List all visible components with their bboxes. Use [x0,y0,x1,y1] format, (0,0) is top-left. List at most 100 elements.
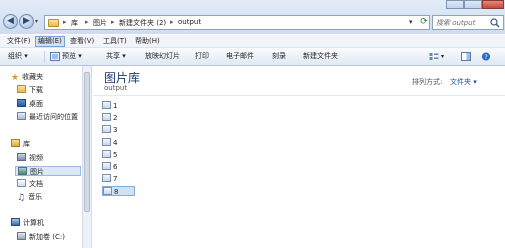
file-name: 6 [113,163,118,171]
file-name: 2 [113,114,118,122]
sidebar-item-pictures[interactable]: 图片 [15,166,81,176]
file-icon [102,113,111,121]
print-button[interactable]: 打印 [195,52,209,61]
arrange-by-dropdown[interactable]: 文件夹 ▾ [450,77,477,87]
sidebar-item-recent-places[interactable]: 最近访问的位置 [17,112,78,122]
slideshow-button[interactable]: 放映幻灯片 [145,52,180,61]
share-button[interactable]: 共享 ▾ [106,52,126,61]
chevron-right-icon: ▸ [111,18,115,26]
menu-tools[interactable]: 工具(T) [101,36,129,47]
sidebar-item-libraries[interactable]: 库 [11,139,30,149]
arrow-left-icon: ◀ [7,16,14,26]
search-box[interactable] [432,15,504,30]
file-item[interactable]: 3 [102,125,117,135]
command-bar: 组织 ▾ 预览 ▾ 共享 ▾ 放映幻灯片 打印 电子邮件 刻录 新建文件夹 ▾ … [0,48,505,66]
drive-icon [17,232,26,240]
file-item[interactable]: 5 [102,150,117,160]
music-icon: ♫ [17,193,26,203]
menu-bar: 文件(F) 编辑(E) 查看(V) 工具(T) 帮助(H) [0,35,505,48]
address-bar[interactable]: ▸ 库 ▸ 图片 ▸ 新建文件夹 (2) ▸ output ▾ ⟳ [44,15,430,30]
file-icon [102,101,111,109]
forward-button[interactable]: ▶ [19,14,34,29]
new-folder-button[interactable]: 新建文件夹 [303,52,338,61]
breadcrumb-new-folder[interactable]: 新建文件夹 (2) [119,18,166,28]
refresh-icon[interactable]: ⟳ [418,17,430,28]
toolbar-divider [44,51,45,63]
back-button[interactable]: ◀ [3,14,18,29]
preview-pane-icon[interactable] [461,52,471,61]
star-icon: ★ [11,73,20,83]
arrange-by-label: 排列方式: [412,78,443,86]
file-name: 8 [114,188,119,196]
breadcrumb-libraries[interactable]: 库 [71,18,78,28]
sidebar-item-drive-c[interactable]: 新加卷 (C:) [17,232,65,242]
chevron-right-icon: ▸ [85,18,89,26]
sidebar-item-label: 桌面 [29,100,43,108]
sidebar-item-desktop[interactable]: 桌面 [17,99,43,109]
view-options-icon[interactable] [429,52,439,61]
sidebar-item-label: 文档 [29,180,43,188]
video-icon [17,153,26,161]
arrow-right-icon: ▶ [23,16,30,26]
folder-icon [48,19,59,27]
svg-text:?: ? [484,54,487,61]
sidebar-item-label: 收藏夹 [22,73,44,81]
file-icon [103,187,112,195]
chevron-right-icon: ▸ [63,18,67,26]
file-name: 4 [113,139,118,147]
chevron-right-icon: ▸ [170,18,174,26]
preview-button[interactable]: 预览 ▾ [62,52,82,61]
menu-file[interactable]: 文件(F) [5,36,33,47]
minimize-button[interactable] [446,0,464,9]
documents-icon [17,179,26,187]
breadcrumb-output[interactable]: output [178,18,201,26]
help-icon[interactable]: ? [481,52,491,61]
libraries-icon [11,139,20,147]
file-icon [102,150,111,158]
sidebar-item-music[interactable]: ♫ 音乐 [17,192,43,203]
email-button[interactable]: 电子邮件 [226,52,254,61]
scrollbar-thumb[interactable] [84,72,90,212]
menu-help[interactable]: 帮助(H) [133,36,162,47]
organize-button[interactable]: 组织 ▾ [8,52,28,61]
sidebar-item-label: 库 [23,140,30,148]
search-input[interactable] [436,18,488,28]
burn-button[interactable]: 刻录 [272,52,286,61]
header-divider [93,95,505,96]
address-dropdown-icon[interactable]: ▾ [409,18,413,26]
file-item[interactable]: 7 [102,174,117,184]
computer-icon [11,218,20,226]
recent-places-icon [17,112,26,120]
close-button[interactable] [482,0,504,9]
view-options-dropdown-icon[interactable]: ▾ [441,52,444,61]
menu-edit[interactable]: 编辑(E) [35,36,65,47]
file-icon [102,138,111,146]
file-icon [102,174,111,182]
file-item[interactable]: 4 [102,138,117,148]
sidebar-item-documents[interactable]: 文档 [17,179,43,189]
sidebar-item-downloads[interactable]: 下载 [17,85,43,95]
sidebar-item-favorites[interactable]: ★ 收藏夹 [11,72,44,83]
breadcrumb-pictures[interactable]: 图片 [93,18,107,28]
sidebar-item-label: 计算机 [23,219,44,227]
pictures-icon [18,167,27,175]
file-name: 7 [113,175,118,183]
search-icon[interactable] [490,18,500,28]
sidebar-item-label: 视频 [29,154,43,162]
downloads-icon [17,85,26,93]
sidebar-item-label: 音乐 [28,193,43,201]
sidebar-item-videos[interactable]: 视频 [17,153,43,163]
sidebar-item-label: 新加卷 (C:) [29,233,65,241]
file-item[interactable]: 1 [102,101,117,111]
sidebar-item-computer[interactable]: 计算机 [11,218,44,228]
preview-icon[interactable] [50,52,60,61]
file-item[interactable]: 6 [102,162,117,172]
sidebar-item-label: 最近访问的位置 [29,113,78,121]
maximize-button[interactable] [464,0,482,9]
file-name: 1 [113,102,118,110]
recent-pages-dropdown[interactable]: ▾ [35,18,41,26]
library-subtitle: output [104,84,128,92]
file-item[interactable]: 2 [102,113,117,123]
menu-view[interactable]: 查看(V) [68,36,96,47]
file-item-selected[interactable]: 8 [102,186,135,196]
